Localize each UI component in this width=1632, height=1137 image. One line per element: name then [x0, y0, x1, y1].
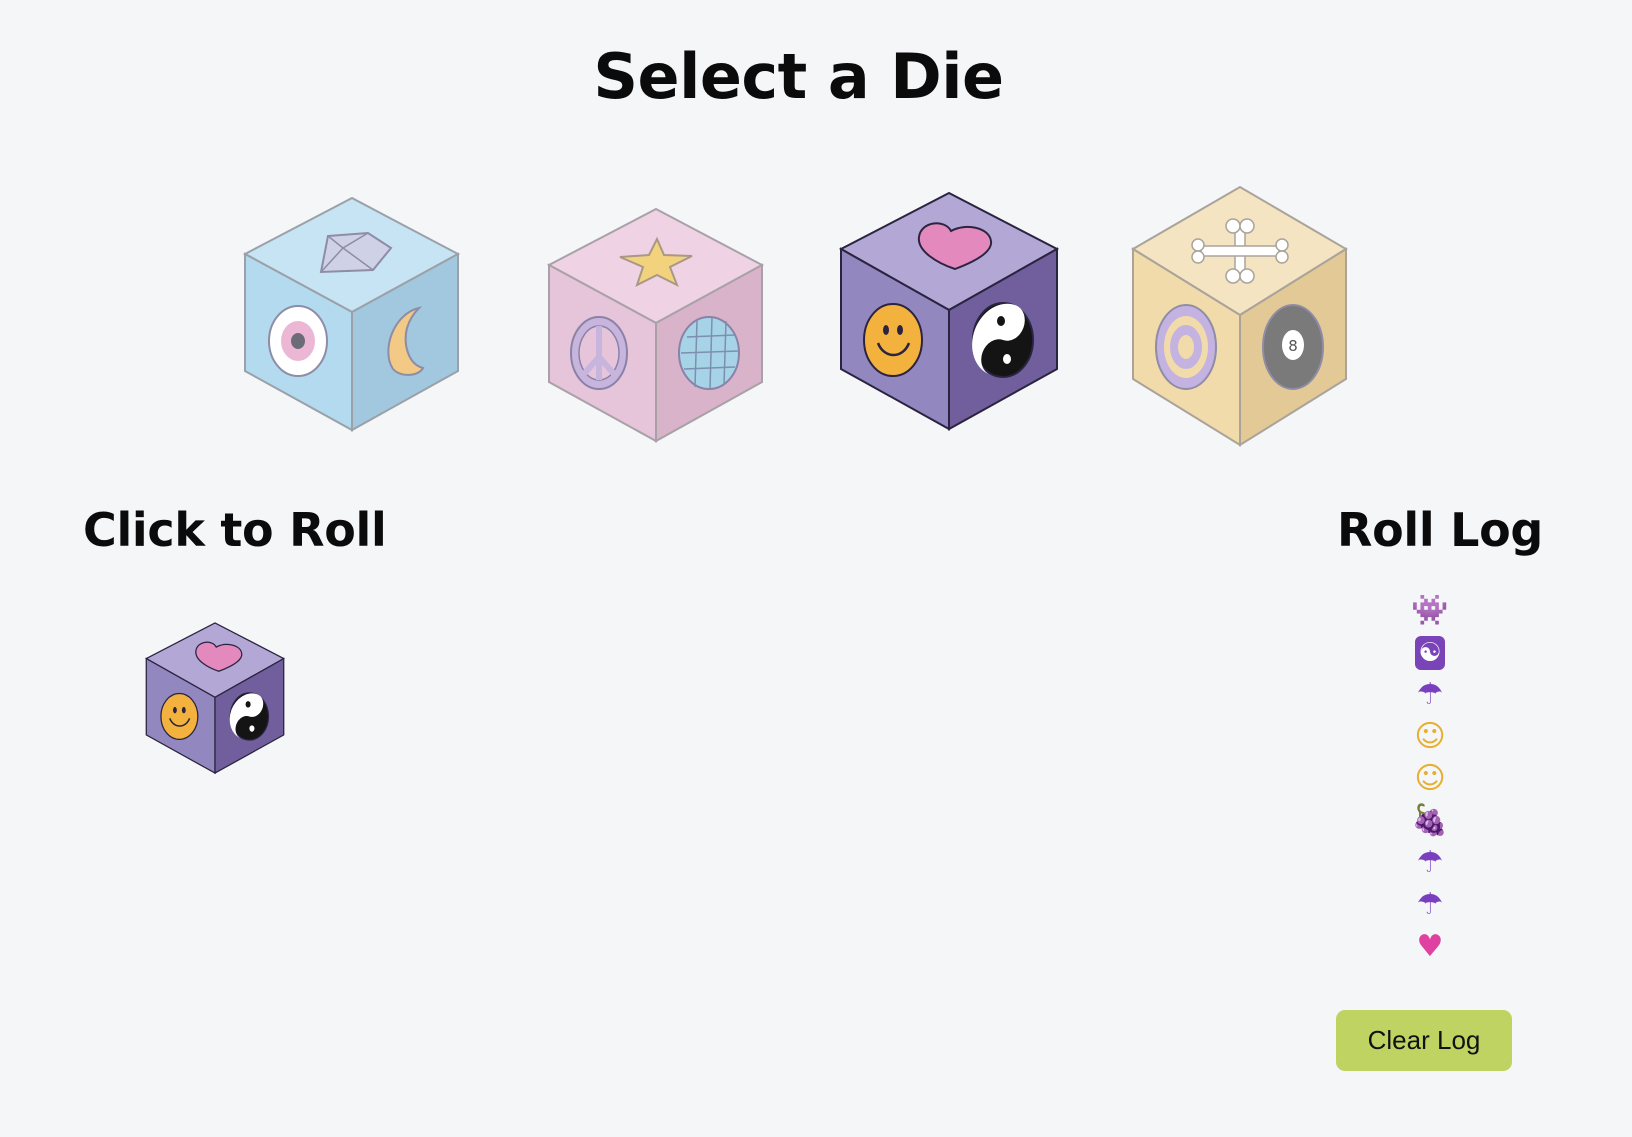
log-heading: Roll Log — [1337, 503, 1544, 557]
heart-icon: ♥ — [1416, 929, 1444, 964]
smiley-icon — [160, 692, 199, 740]
eight-ball-icon: 8 — [1262, 304, 1324, 390]
log-entry: ♥ — [1390, 926, 1470, 968]
pink-die[interactable] — [547, 207, 765, 443]
roll-die-button[interactable] — [145, 617, 285, 779]
target-icon — [1155, 304, 1217, 390]
umbrella-icon: ☂ — [1416, 887, 1444, 922]
log-entry: ☺ — [1390, 758, 1470, 800]
eye-icon — [268, 305, 328, 377]
peace-icon — [570, 316, 628, 390]
yin-yang-icon: ☯ — [1415, 636, 1445, 670]
log-entry: ☂ — [1390, 674, 1470, 716]
log-entry: 🍇 — [1390, 800, 1470, 842]
clear-log-button[interactable]: Clear Log — [1336, 1010, 1512, 1071]
purple-die[interactable] — [839, 191, 1059, 431]
roll-log-list: 👾 ☯ ☂ ☺ ☺ 🍇 ☂ ☂ ♥ — [1390, 590, 1470, 970]
log-entry: 👾 — [1390, 590, 1470, 632]
log-entry: ☂ — [1390, 884, 1470, 926]
blue-die[interactable] — [243, 196, 461, 432]
smiley-icon: ☺ — [1414, 761, 1446, 796]
grapes-icon: 🍇 — [1411, 803, 1449, 838]
umbrella-icon: ☂ — [1416, 845, 1444, 880]
log-entry: ☺ — [1390, 716, 1470, 758]
globe-icon — [678, 316, 740, 390]
smiley-icon — [863, 303, 923, 377]
roll-heading: Click to Roll — [83, 503, 387, 557]
space-invader-icon: 👾 — [1411, 593, 1449, 628]
svg-text:8: 8 — [1288, 337, 1298, 355]
page-title: Select a Die — [593, 40, 1004, 113]
log-entry: ☂ — [1390, 842, 1470, 884]
log-entry: ☯ — [1390, 632, 1470, 674]
smiley-icon: ☺ — [1414, 719, 1446, 754]
umbrella-icon: ☂ — [1416, 677, 1444, 712]
cream-die[interactable]: 8 — [1131, 185, 1349, 447]
